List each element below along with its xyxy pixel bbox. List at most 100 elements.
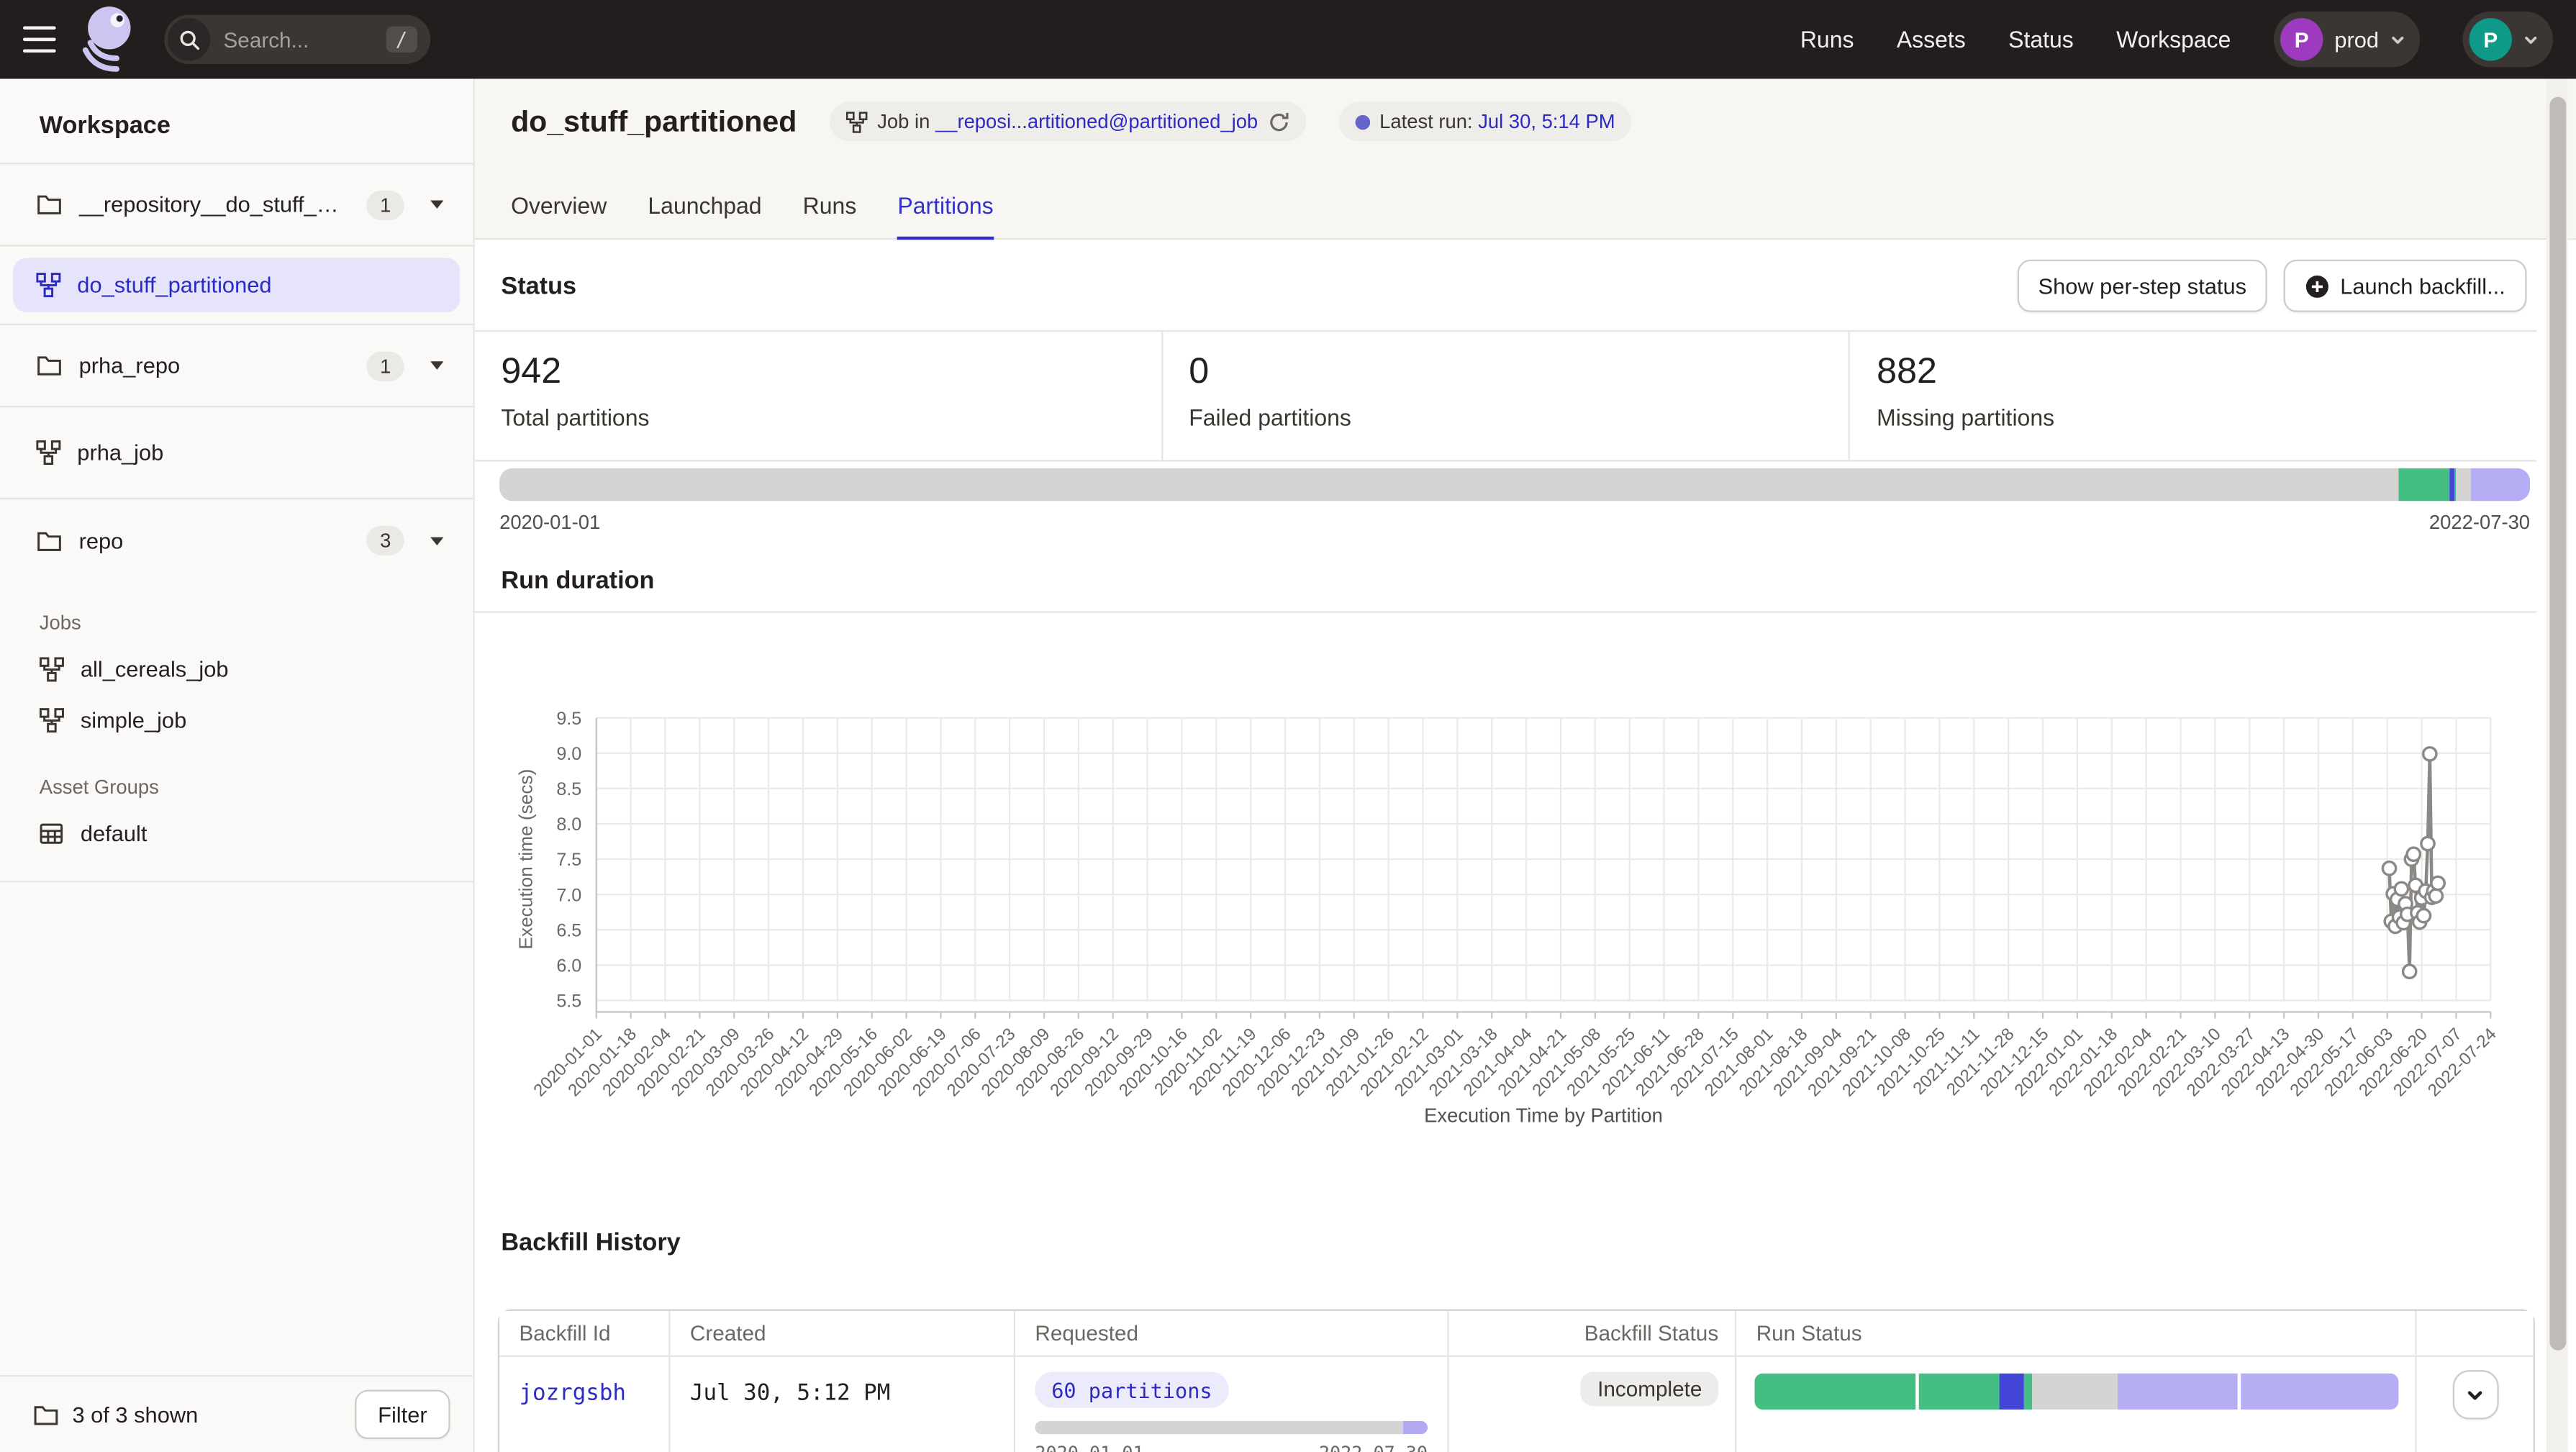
partitions-content: Status Show per-step status Launch backf…: [475, 240, 2536, 1452]
run-duration-heading: Run duration: [501, 567, 654, 595]
repo-count-badge: 1: [367, 190, 404, 219]
sidebar-repo-repo[interactable]: repo 3: [0, 499, 473, 581]
chevron-down-icon: [2466, 1386, 2484, 1404]
caret-down-icon[interactable]: [430, 361, 443, 369]
tab-launchpad[interactable]: Launchpad: [648, 171, 761, 240]
top-nav: Search... / Runs Assets Status Workspace…: [0, 0, 2576, 79]
sidebar-item-simple-job[interactable]: simple_job: [0, 695, 473, 746]
page-title: do_stuff_partitioned: [511, 104, 797, 139]
app-window: Search... / Runs Assets Status Workspace…: [0, 0, 2576, 1452]
run-status-dot: [1355, 114, 1370, 130]
run-duration-chart[interactable]: 2020-01-012020-01-182020-02-042020-02-21…: [499, 616, 2536, 1158]
show-per-step-status-button[interactable]: Show per-step status: [2017, 260, 2268, 312]
nav-link-workspace[interactable]: Workspace: [2116, 27, 2231, 53]
user-avatar: P: [2470, 18, 2512, 60]
repo-count-badge: 3: [367, 526, 404, 555]
folder-icon: [36, 353, 63, 378]
reload-icon[interactable]: [1268, 111, 1289, 132]
nav-link-assets[interactable]: Assets: [1897, 27, 1966, 53]
deployment-label: prod: [2334, 27, 2379, 52]
deployment-avatar: P: [2280, 18, 2323, 60]
tab-partitions[interactable]: Partitions: [897, 171, 993, 240]
svg-text:6.0: 6.0: [556, 956, 581, 976]
backfill-history-table: Backfill Id Created Requested Backfill S…: [498, 1310, 2535, 1452]
filter-button[interactable]: Filter: [355, 1390, 450, 1439]
chevron-down-icon: [2523, 32, 2539, 47]
sidebar-item-do-stuff-partitioned[interactable]: do_stuff_partitioned: [13, 258, 460, 312]
svg-text:5.5: 5.5: [556, 992, 581, 1012]
partition-range-start: 2020-01-01: [499, 511, 600, 534]
search-shortcut-key: /: [386, 27, 417, 53]
run-status-bar[interactable]: [1754, 1374, 2398, 1410]
sidebar-footer: 3 of 3 shown Filter: [0, 1375, 473, 1452]
svg-text:8.5: 8.5: [556, 779, 581, 799]
dagster-logo-icon[interactable]: [77, 5, 137, 74]
repo-count-badge: 1: [367, 350, 404, 380]
svg-text:6.5: 6.5: [556, 920, 581, 940]
asset-group-icon: [40, 822, 64, 846]
sidebar-item-default-asset-group[interactable]: default: [0, 808, 473, 859]
sidebar-repo-prha-repo[interactable]: prha_repo 1: [0, 325, 473, 407]
backfill-status-badge: Incomplete: [1581, 1371, 1718, 1406]
requested-range-bar: [1035, 1421, 1428, 1434]
expand-row-button[interactable]: [2452, 1370, 2498, 1419]
backfill-created: Jul 30, 5:12 PM: [671, 1357, 1014, 1406]
tab-overview[interactable]: Overview: [511, 171, 607, 240]
main-panel: do_stuff_partitioned Job in __reposi...a…: [475, 79, 2576, 1452]
search-input[interactable]: Search... /: [164, 15, 430, 64]
sidebar-item-prha-job[interactable]: prha_job: [0, 407, 473, 499]
tab-bar: Overview Launchpad Runs Partitions: [511, 171, 994, 240]
partition-status-bar[interactable]: [499, 468, 2530, 502]
stat-total-partitions: 942 Total partitions: [475, 332, 1163, 460]
svg-text:9.5: 9.5: [556, 709, 581, 729]
col-expand: [2417, 1311, 2534, 1357]
svg-text:7.0: 7.0: [556, 885, 581, 905]
job-origin-link[interactable]: __reposi...artitioned@partitioned_job: [935, 110, 1258, 133]
job-icon: [36, 440, 60, 465]
job-icon: [36, 273, 60, 297]
partition-stats: 942 Total partitions 0 Failed partitions…: [475, 330, 2536, 462]
job-icon: [40, 657, 64, 681]
repos-shown-count: 3 of 3 shown: [72, 1402, 341, 1427]
table-row: jozrgsbh Jul 30, 5:12 PM 60 partitions 2…: [499, 1357, 2534, 1452]
folder-icon: [36, 528, 63, 553]
svg-text:8.0: 8.0: [556, 815, 581, 835]
col-requested: Requested: [1015, 1311, 1449, 1357]
requested-range-start: 2020-01-01: [1035, 1443, 1143, 1452]
latest-run-link[interactable]: Jul 30, 5:14 PM: [1478, 110, 1615, 133]
launch-backfill-button[interactable]: Launch backfill...: [2285, 260, 2527, 312]
status-section-heading: Status: [501, 272, 2016, 300]
deployment-switcher[interactable]: P prod: [2274, 12, 2420, 68]
job-origin-tag: Job in __reposi...artitioned@partitioned…: [830, 102, 1305, 142]
backfill-id-link[interactable]: jozrgsbh: [499, 1357, 668, 1406]
nav-link-status[interactable]: Status: [2008, 27, 2074, 53]
backfill-history-heading: Backfill History: [501, 1229, 680, 1257]
jobs-section-label: Jobs: [0, 611, 473, 644]
nav-link-runs[interactable]: Runs: [1800, 27, 1854, 53]
col-backfill-id: Backfill Id: [499, 1311, 670, 1357]
sidebar-repo-repository-do-stuff[interactable]: __repository__do_stuff_partitio... 1: [0, 164, 473, 246]
asset-groups-section-label: Asset Groups: [0, 776, 473, 809]
hamburger-menu-icon[interactable]: [23, 27, 56, 53]
svg-text:Execution Time by Partition: Execution Time by Partition: [1424, 1104, 1663, 1126]
sidebar-item-all-cereals-job[interactable]: all_cereals_job: [0, 644, 473, 695]
user-menu[interactable]: P: [2462, 12, 2553, 68]
job-icon: [40, 708, 64, 732]
folder-icon: [36, 192, 63, 217]
requested-partitions-badge[interactable]: 60 partitions: [1035, 1371, 1228, 1407]
page-scrollbar[interactable]: [2546, 79, 2568, 1452]
chevron-down-icon: [2390, 32, 2405, 47]
partition-range-end: 2022-07-30: [2429, 511, 2530, 534]
scrollbar-thumb[interactable]: [2549, 97, 2565, 1351]
col-created: Created: [671, 1311, 1015, 1357]
page-header: do_stuff_partitioned Job in __reposi...a…: [475, 79, 2576, 240]
tab-runs[interactable]: Runs: [803, 171, 857, 240]
col-run-status: Run Status: [1736, 1311, 2416, 1357]
caret-down-icon[interactable]: [430, 536, 443, 544]
search-placeholder: Search...: [224, 27, 386, 52]
requested-range-end: 2022-07-30: [1319, 1443, 1428, 1452]
latest-run-tag: Latest run: Jul 30, 5:14 PM: [1338, 102, 1631, 142]
stat-failed-partitions: 0 Failed partitions: [1163, 332, 1851, 460]
stat-missing-partitions: 882 Missing partitions: [1851, 332, 2537, 460]
caret-down-icon[interactable]: [430, 201, 443, 209]
